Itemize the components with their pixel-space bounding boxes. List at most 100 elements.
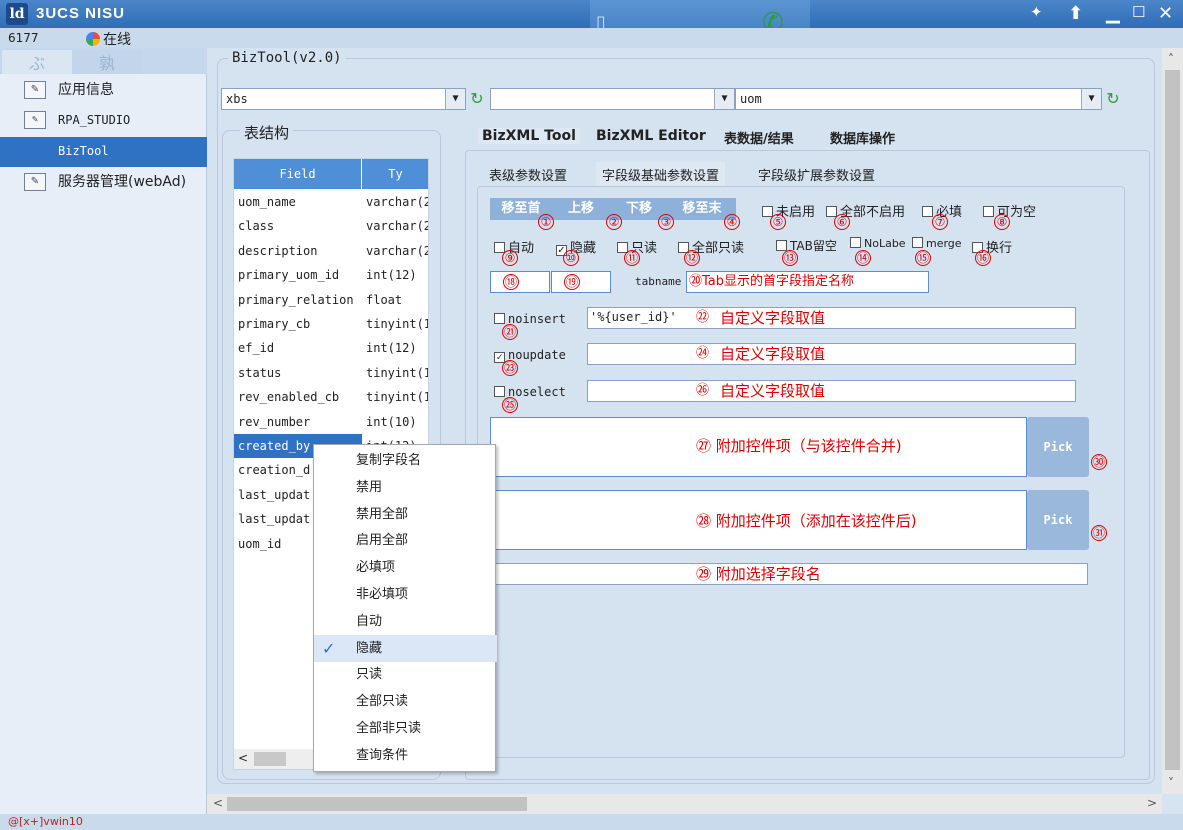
scroll-down-icon[interactable]: ˅ [1168, 776, 1174, 790]
checkbox-nullable[interactable]: 可为空 [983, 201, 1036, 220]
menu-item[interactable]: 禁用全部 [314, 501, 497, 528]
table-row[interactable]: status tinyint(1 [234, 361, 428, 385]
table-combo[interactable]: uom ▼ [735, 88, 1102, 110]
noupdate-hint: 自定义字段取值 [720, 345, 826, 363]
maximize-button[interactable]: ☐ [1132, 3, 1145, 21]
subtab-field-extended[interactable]: 字段级扩展参数设置 [758, 165, 875, 184]
extra-merge-textarea[interactable]: ㉗ 附加控件项（与该控件合并) [490, 417, 1027, 477]
menu-item[interactable]: 启用全部 [314, 527, 497, 554]
minimize-button[interactable]: ▁ [1106, 3, 1120, 24]
tab-table-data[interactable]: 表数据/结果 [724, 128, 794, 147]
checkbox-label: noselect [508, 385, 566, 399]
field-cell: status [238, 365, 282, 380]
table-row[interactable]: rev_enabled_cb tinyint(1 [234, 385, 429, 409]
menu-item[interactable]: ✓ 隐藏 [314, 634, 497, 662]
online-icon [86, 32, 100, 46]
scroll-left-icon[interactable]: < [213, 796, 223, 810]
noselect-hint: 自定义字段取值 [720, 382, 826, 400]
noinsert-input[interactable]: '%{user_id}' ㉒自定义字段取值 [587, 307, 1076, 329]
filter-combo[interactable]: ▼ [490, 88, 735, 110]
chevron-down-icon[interactable]: ▼ [445, 89, 465, 109]
menu-item[interactable]: 复制字段名 [314, 447, 497, 474]
horizontal-scrollbar[interactable]: < > [207, 794, 1162, 814]
width-input[interactable]: ⑱ [490, 271, 550, 293]
type-cell: tinyint(1 [366, 390, 429, 405]
menu-item-label: 非必填项 [356, 587, 409, 602]
pick-button[interactable]: Pick [1027, 490, 1089, 550]
sidebar-item-app-info[interactable]: ✎ 应用信息 [0, 76, 207, 104]
extra-after-textarea[interactable]: ㉘ 附加控件项（添加在该控件后) [490, 490, 1027, 550]
table-row[interactable]: primary_cb tinyint(1 [234, 312, 428, 336]
database-combo[interactable]: xbs ▼ [221, 88, 466, 110]
pick-button[interactable]: Pick [1027, 417, 1089, 477]
subtab-table-params[interactable]: 表级参数设置 [489, 165, 567, 184]
marker: ⑭ [855, 250, 871, 266]
refresh-icon[interactable]: ↻ [467, 89, 487, 109]
column-header-type[interactable]: Ty [362, 159, 428, 189]
sidebar-tab-2[interactable]: 孰 [72, 50, 142, 74]
menu-item[interactable]: 只读 [314, 661, 497, 688]
table-row[interactable]: primary_uom_id int(12) [234, 263, 428, 287]
marker: ㉖ [696, 383, 710, 398]
menu-item-label: 全部只读 [356, 694, 409, 710]
upload-icon[interactable]: ⬆ [1068, 3, 1083, 24]
menu-item[interactable]: 查询条件 [314, 742, 497, 769]
checkbox-disabled[interactable]: 未启用 [762, 201, 815, 220]
menu-item[interactable]: 自动 [314, 608, 497, 635]
menu-item[interactable]: 必填项 [314, 554, 497, 581]
close-button[interactable]: ✕ [1158, 3, 1173, 24]
refresh-icon[interactable]: ↻ [1103, 89, 1123, 109]
combo-value: uom [740, 92, 762, 106]
tab-bizxml-editor[interactable]: BizXML Editor [596, 128, 706, 144]
sidebar-item-rpa-studio[interactable]: ✎ RPA_STUDIO [0, 106, 207, 134]
checkbox-noselect[interactable]: noselect [494, 385, 566, 399]
checkbox-noinsert[interactable]: noinsert [494, 312, 566, 326]
table-row[interactable]: rev_number int(10) [234, 410, 428, 434]
menu-item[interactable]: 全部只读 [314, 688, 497, 715]
sidebar-item-server-mgmt[interactable]: ✎ 服务器管理(webAd) [0, 168, 207, 196]
scroll-right-icon[interactable]: > [1147, 796, 1157, 810]
share-icon[interactable]: ✦ [1030, 3, 1043, 21]
scroll-thumb[interactable] [254, 752, 286, 766]
noselect-input[interactable]: ㉖自定义字段取值 [587, 380, 1076, 402]
tab-db-ops[interactable]: 数据库操作 [830, 128, 895, 147]
sidebar-item-biztool[interactable]: BizTool [0, 137, 207, 167]
table-row[interactable]: class varchar(2 [234, 214, 428, 238]
marker: ㉛ [1091, 525, 1107, 541]
vertical-scrollbar[interactable]: ˄ ˅ [1162, 48, 1183, 794]
tab-bizxml-tool[interactable]: BizXML Tool [478, 128, 580, 144]
chevron-down-icon[interactable]: ▼ [714, 89, 734, 109]
field-cell: rev_enabled_cb [238, 390, 340, 405]
table-row[interactable]: description varchar(2 [234, 239, 428, 263]
menu-item[interactable]: 禁用 [314, 474, 497, 501]
menu-item[interactable]: 全部非只读 [314, 715, 497, 742]
table-row[interactable]: uom_name varchar(2 [234, 190, 428, 214]
subtab-field-basic[interactable]: 字段级基础参数设置 [596, 162, 726, 189]
noupdate-input[interactable]: ㉔自定义字段取值 [587, 343, 1076, 365]
marker: ㉘ [696, 512, 712, 530]
noinsert-value: '%{user_id}' [590, 310, 677, 324]
sidebar-tab-1[interactable]: ぶ [2, 50, 72, 74]
chevron-down-icon[interactable]: ▼ [1081, 89, 1101, 109]
table-row[interactable]: ef_id int(12) [234, 336, 428, 360]
marker: ㉔ [696, 346, 710, 361]
move-up-button[interactable]: 上移 [552, 198, 610, 220]
extra-select-input[interactable]: ㉙ 附加选择字段名 [490, 563, 1088, 585]
table-row[interactable]: primary_relation float [234, 288, 428, 312]
tabname-input[interactable]: ⑳Tab显示的首字段指定名称 [686, 271, 929, 293]
field-cell: primary_uom_id [238, 268, 340, 283]
scroll-up-icon[interactable]: ˄ [1168, 52, 1174, 66]
checkbox-merge[interactable]: merge [912, 237, 962, 250]
column-header-field[interactable]: Field [234, 159, 362, 189]
scroll-thumb[interactable] [1165, 70, 1180, 770]
height-input[interactable]: ⑲ [551, 271, 611, 293]
online-status[interactable]: 在线 [86, 29, 131, 49]
scroll-thumb[interactable] [227, 797, 527, 811]
scroll-left-icon[interactable]: < [238, 751, 248, 765]
menu-item[interactable]: 非必填项 [314, 581, 497, 608]
field-cell: rev_number [238, 414, 311, 429]
field-cell: description [238, 243, 318, 258]
marker: ⑨ [502, 250, 518, 266]
marker: ㉓ [502, 360, 518, 376]
checkbox-nolabel[interactable]: NoLabe [850, 237, 906, 250]
